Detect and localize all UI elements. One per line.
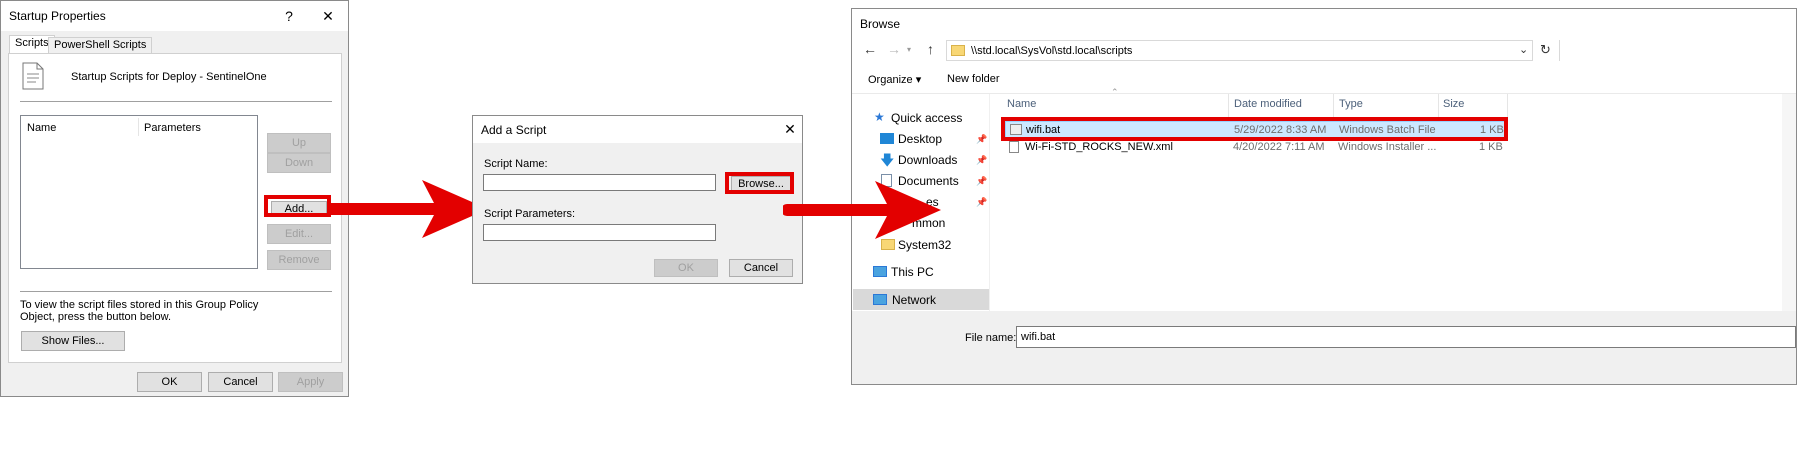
file-type: Windows Installer ...	[1338, 141, 1437, 153]
computer-icon	[873, 266, 887, 277]
help-button[interactable]: ?	[279, 6, 299, 26]
close-icon[interactable]: ✕	[318, 6, 338, 26]
column-parameters[interactable]: Parameters	[144, 122, 201, 134]
history-dropdown-icon[interactable]: ▾	[907, 45, 911, 54]
close-icon[interactable]: ✕	[780, 119, 800, 139]
wifi-bat-highlight	[1001, 117, 1508, 141]
startup-title-bar: Startup Properties ? ✕	[1, 1, 348, 31]
network-icon	[873, 294, 887, 305]
startup-window-title: Startup Properties	[9, 9, 106, 23]
edit-button[interactable]: Edit...	[267, 224, 331, 244]
script-name-label: Script Name:	[484, 158, 548, 170]
file-name-input[interactable]: wifi.bat	[1016, 326, 1796, 348]
add-script-title: Add a Script	[481, 123, 547, 137]
organize-button[interactable]: Organize ▾	[868, 73, 921, 86]
cancel-button[interactable]: Cancel	[208, 372, 273, 392]
pin-icon: 📌	[976, 176, 988, 186]
arrow-to-add-script-icon	[330, 180, 488, 238]
browse-title: Browse	[860, 17, 901, 31]
nav-pane-divider	[989, 94, 990, 311]
nav-network: Network	[892, 293, 937, 307]
up-arrow-icon[interactable]: ↑	[927, 41, 934, 57]
address-dropdown-icon[interactable]: ⌄	[1519, 43, 1528, 56]
pin-icon: 📌	[976, 155, 988, 165]
pin-icon: 📌	[976, 197, 988, 207]
arrow-to-browse-icon	[783, 181, 941, 239]
ok-button[interactable]: OK	[137, 372, 202, 392]
file-name-label: File name:	[965, 332, 1017, 344]
script-name-input[interactable]	[483, 174, 716, 191]
cancel-button[interactable]: Cancel	[729, 259, 793, 277]
nav-downloads[interactable]: Downloads	[898, 153, 957, 167]
tab-powershell-scripts[interactable]: PowerShell Scripts	[48, 37, 153, 54]
script-parameters-input[interactable]	[483, 224, 716, 241]
file-name-panel: File name: wifi.bat	[852, 311, 1796, 384]
file-name-value: wifi.bat	[1021, 331, 1056, 343]
script-parameters-label: Script Parameters:	[484, 208, 576, 220]
nav-quick-access[interactable]: Quick access	[891, 111, 962, 125]
sort-indicator-icon: ⌃	[1111, 87, 1119, 97]
info-divider	[20, 291, 332, 292]
downloads-icon: 🡇	[880, 152, 895, 168]
add-script-title-bar: Add a Script ✕	[473, 116, 802, 143]
script-file-icon	[22, 62, 44, 90]
nav-network-selected[interactable]: Network	[853, 289, 989, 310]
new-folder-button[interactable]: New folder	[947, 73, 1000, 85]
vertical-scrollbar[interactable]	[1782, 94, 1796, 311]
xml-file-icon	[1009, 141, 1019, 153]
scripts-list[interactable]: Name Parameters	[20, 115, 258, 269]
refresh-icon[interactable]: ↻	[1540, 42, 1551, 58]
file-name: Wi-Fi-STD_ROCKS_NEW.xml	[1025, 141, 1173, 153]
nav-this-pc[interactable]: This PC	[891, 265, 934, 279]
ok-button[interactable]: OK	[654, 259, 718, 277]
column-name[interactable]: Name	[1007, 98, 1036, 110]
file-size: 1 KB	[1479, 141, 1503, 153]
folder-icon	[951, 45, 965, 56]
up-button[interactable]: Up	[267, 133, 331, 153]
show-files-button[interactable]: Show Files...	[21, 331, 125, 351]
add-button-highlight	[264, 195, 331, 217]
toolbar-bottom-line	[852, 93, 1796, 94]
startup-heading: Startup Scripts for Deploy - SentinelOne	[71, 71, 267, 83]
down-button[interactable]: Down	[267, 153, 331, 173]
desktop-icon	[880, 133, 894, 144]
remove-button[interactable]: Remove	[267, 250, 331, 270]
column-divider	[138, 118, 139, 136]
column-name[interactable]: Name	[27, 122, 56, 134]
column-divider	[1333, 94, 1334, 117]
address-bar[interactable]: \\std.local\SysVol\std.local\scripts ⌄	[946, 40, 1533, 61]
column-divider	[1438, 94, 1439, 117]
column-date-modified[interactable]: Date modified	[1234, 98, 1302, 110]
forward-arrow-icon[interactable]: →	[887, 41, 901, 57]
star-icon: ★	[874, 110, 885, 124]
column-size[interactable]: Size	[1443, 98, 1464, 110]
column-divider	[1228, 94, 1229, 117]
nav-desktop[interactable]: Desktop	[898, 132, 942, 146]
browse-dialog: Browse ← → ▾ ↑ \\std.local\SysVol\std.lo…	[851, 8, 1797, 385]
back-arrow-icon[interactable]: ←	[863, 41, 877, 57]
address-path: \\std.local\SysVol\std.local\scripts	[971, 45, 1133, 57]
apply-button[interactable]: Apply	[278, 372, 343, 392]
file-row[interactable]: Wi-Fi-STD_ROCKS_NEW.xml 4/20/2022 7:11 A…	[1005, 139, 1506, 156]
column-type[interactable]: Type	[1339, 98, 1363, 110]
info-text: To view the script files stored in this …	[20, 299, 259, 323]
toolbar-separator	[1559, 40, 1560, 61]
add-script-dialog: Add a Script ✕ Script Name: Browse... Sc…	[472, 115, 803, 284]
heading-divider	[20, 101, 332, 102]
column-divider	[1507, 94, 1508, 117]
pin-icon: 📌	[976, 134, 988, 144]
file-date: 4/20/2022 7:11 AM	[1233, 141, 1325, 153]
